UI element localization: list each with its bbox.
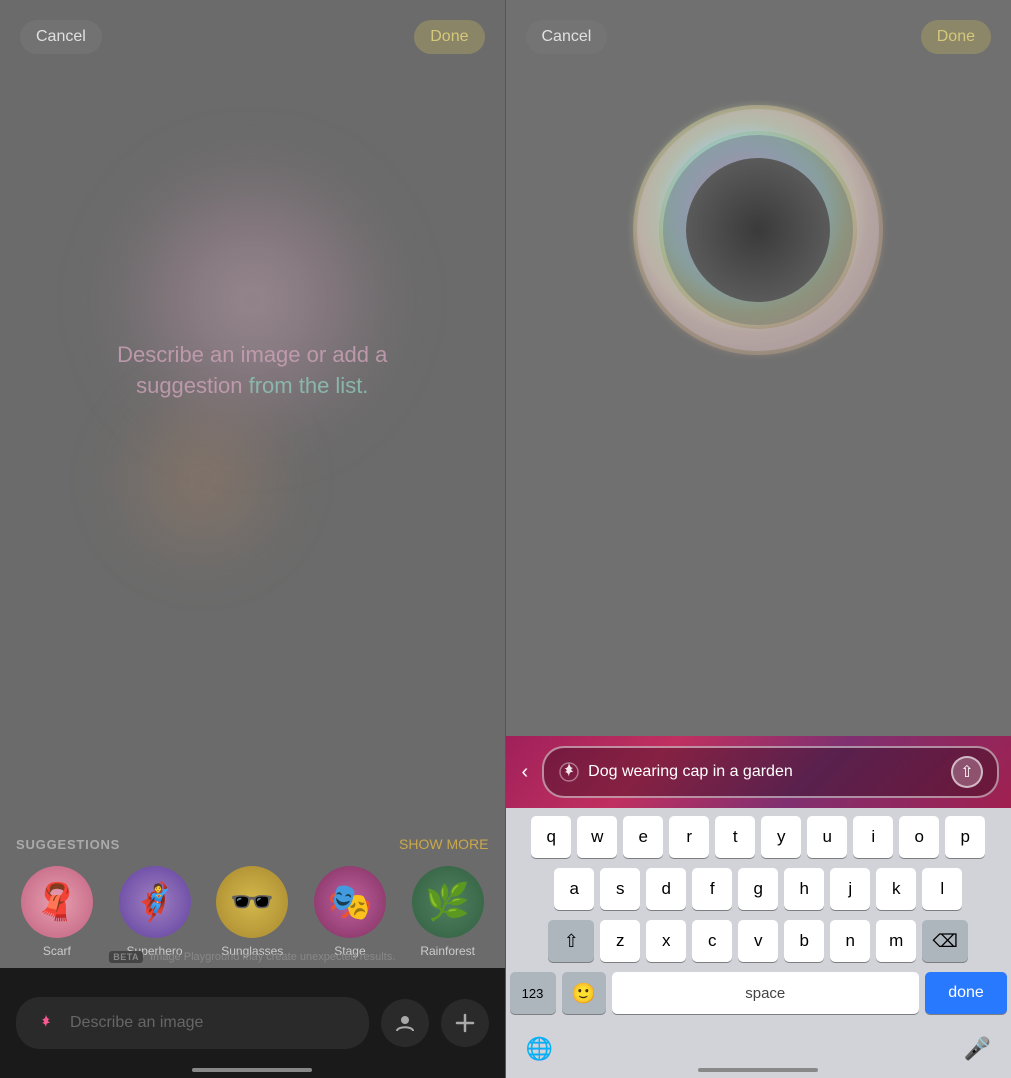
bg-glow-1 [102, 150, 402, 450]
key-n[interactable]: n [830, 920, 870, 962]
beta-badge: BETA [109, 951, 143, 963]
key-k[interactable]: k [876, 868, 916, 910]
keyboard-rows: q w e r t y u i o p a s d f g h j k [506, 808, 1011, 1028]
keyboard-section: ‹ Dog wearing cap in a garden ⇧ q w e r … [506, 736, 1011, 1078]
key-h[interactable]: h [784, 868, 824, 910]
suggestion-scarf[interactable]: 🧣 Scarf [16, 866, 98, 958]
left-header: Cancel Done [0, 0, 505, 74]
suggestion-stage[interactable]: 🎭 Stage [309, 866, 391, 958]
done-key[interactable]: done [925, 972, 1007, 1014]
describe-input-container[interactable]: Describe an image [16, 997, 369, 1049]
space-key[interactable]: space [612, 972, 920, 1014]
suggestion-icon-sunglasses: 🕶️ [216, 866, 288, 938]
key-i[interactable]: i [853, 816, 893, 858]
done-button-right[interactable]: Done [921, 20, 991, 54]
keyboard-row-3: ⇧ z x c v b n m ⌫ [510, 920, 1008, 962]
key-q[interactable]: q [531, 816, 571, 858]
suggestions-section: SUGGESTIONS SHOW MORE 🧣 Scarf 🦸 Superher… [0, 836, 505, 958]
key-a[interactable]: a [554, 868, 594, 910]
key-p[interactable]: p [945, 816, 985, 858]
back-button[interactable]: ‹ [518, 757, 533, 788]
right-header: Cancel Done [506, 0, 1011, 74]
keyboard-row-4: 123 🙂 space done [510, 972, 1008, 1014]
key-y[interactable]: y [761, 816, 801, 858]
key-c[interactable]: c [692, 920, 732, 962]
key-v[interactable]: v [738, 920, 778, 962]
key-l[interactable]: l [922, 868, 962, 910]
mic-icon[interactable]: 🎤 [964, 1036, 991, 1062]
key-b[interactable]: b [784, 920, 824, 962]
suggestion-icon-superhero: 🦸 [119, 866, 191, 938]
key-w[interactable]: w [577, 816, 617, 858]
input-field-wrap[interactable]: Dog wearing cap in a garden ⇧ [542, 746, 999, 798]
add-icon-btn[interactable] [441, 999, 489, 1047]
globe-icon[interactable]: 🌐 [526, 1036, 553, 1062]
suggestion-label-rainforest: Rainforest [420, 944, 475, 958]
bottom-bar-left: Describe an image [0, 968, 505, 1078]
input-value: Dog wearing cap in a garden [588, 763, 943, 781]
key-m[interactable]: m [876, 920, 916, 962]
suggestion-superhero[interactable]: 🦸 Superhero [114, 866, 196, 958]
delete-key[interactable]: ⌫ [922, 920, 968, 962]
home-indicator-left [192, 1068, 312, 1072]
key-e[interactable]: e [623, 816, 663, 858]
beta-notice: BETA Image Playground may create unexpec… [109, 951, 395, 963]
describe-placeholder: Describe an image [70, 1014, 203, 1032]
key-o[interactable]: o [899, 816, 939, 858]
num-key[interactable]: 123 [510, 972, 556, 1014]
key-f[interactable]: f [692, 868, 732, 910]
done-button-left[interactable]: Done [414, 20, 484, 54]
key-j[interactable]: j [830, 868, 870, 910]
suggestion-icon-stage: 🎭 [314, 866, 386, 938]
show-more-button[interactable]: SHOW MORE [399, 836, 488, 852]
emoji-key[interactable]: 🙂 [562, 972, 606, 1014]
cancel-button-right[interactable]: Cancel [526, 20, 608, 54]
suggestion-icon-rainforest: 🌿 [412, 866, 484, 938]
prompt-line3: from the list. [249, 373, 369, 398]
suggestion-rainforest[interactable]: 🌿 Rainforest [407, 866, 489, 958]
prompt-line2: suggestion [136, 373, 249, 398]
suggestion-sunglasses[interactable]: 🕶️ Sunglasses [211, 866, 293, 958]
input-bar: ‹ Dog wearing cap in a garden ⇧ [506, 736, 1011, 808]
beta-text: Image Playground may create unexpected r… [150, 951, 395, 963]
key-u[interactable]: u [807, 816, 847, 858]
right-panel: Cancel Done [506, 0, 1011, 1078]
keyboard-row-2: a s d f g h j k l [510, 868, 1008, 910]
bg-glow-2 [102, 380, 302, 580]
input-playground-icon [558, 761, 580, 783]
prompt-text: Describe an image or add a suggestion fr… [92, 340, 412, 402]
shift-key[interactable]: ⇧ [548, 920, 594, 962]
key-d[interactable]: d [646, 868, 686, 910]
keyboard-row-1: q w e r t y u i o p [510, 816, 1008, 858]
suggestion-icon-scarf: 🧣 [21, 866, 93, 938]
key-s[interactable]: s [600, 868, 640, 910]
suggestions-label: SUGGESTIONS [16, 837, 120, 852]
key-t[interactable]: t [715, 816, 755, 858]
key-g[interactable]: g [738, 868, 778, 910]
key-x[interactable]: x [646, 920, 686, 962]
cancel-button-left[interactable]: Cancel [20, 20, 102, 54]
left-panel: Cancel Done Describe an image or add a s… [0, 0, 505, 1078]
key-z[interactable]: z [600, 920, 640, 962]
person-icon-btn[interactable] [381, 999, 429, 1047]
suggestions-row: 🧣 Scarf 🦸 Superhero 🕶️ Sunglasses 🎭 Stag… [16, 866, 489, 958]
person-icon [394, 1012, 416, 1034]
suggestion-label-scarf: Scarf [43, 944, 71, 958]
submit-button[interactable]: ⇧ [951, 756, 983, 788]
image-playground-icon [32, 1009, 60, 1037]
rainbow-orb [628, 100, 888, 360]
home-indicator-right [698, 1068, 818, 1072]
key-r[interactable]: r [669, 816, 709, 858]
suggestions-header: SUGGESTIONS SHOW MORE [16, 836, 489, 852]
add-icon [454, 1012, 476, 1034]
prompt-line1: Describe an image or add a [117, 342, 387, 367]
